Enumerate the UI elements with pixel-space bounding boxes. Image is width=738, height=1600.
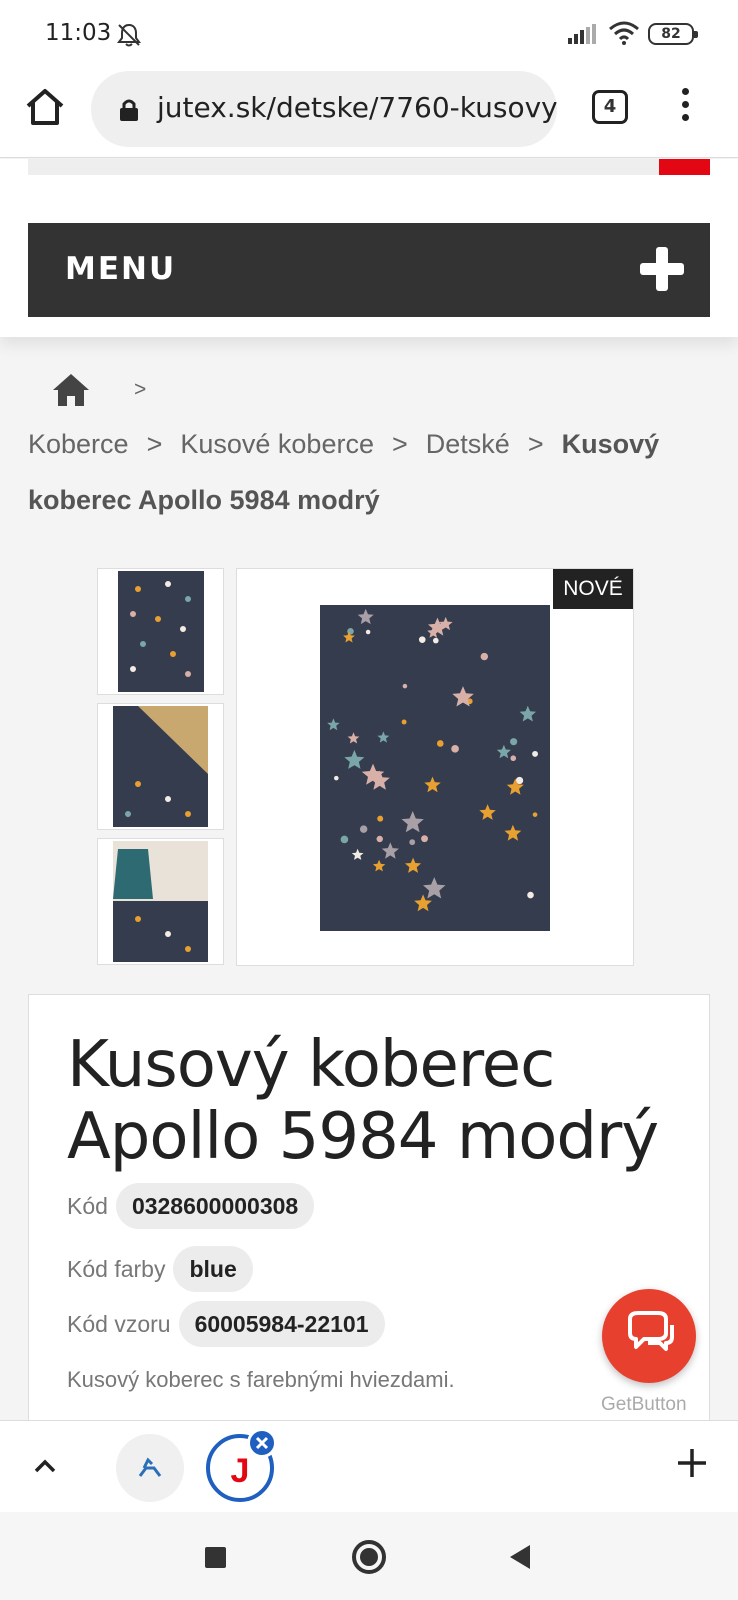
status-time: 11:03 xyxy=(45,20,112,46)
breadcrumb-separator: > xyxy=(134,378,147,401)
bell-off-icon xyxy=(116,22,142,53)
product-main-image[interactable]: NOVÉ xyxy=(236,568,634,966)
close-icon[interactable] xyxy=(247,1428,277,1458)
home-circle-icon[interactable] xyxy=(352,1540,386,1574)
product-code-value: 0328600000308 xyxy=(115,1183,315,1229)
status-bar: 11:03 82 xyxy=(0,0,738,66)
color-code-label: Kód farby xyxy=(67,1255,166,1282)
header-strip-accent xyxy=(659,159,710,175)
active-tab-letter: J xyxy=(231,1452,250,1490)
breadcrumb-detske[interactable]: Detské xyxy=(426,429,510,459)
product-description: Kusový koberec s farebnými hviezdami. xyxy=(67,1367,455,1392)
rug-dot xyxy=(527,891,534,899)
url-text: jutex.sk/detske/7760-kusovy xyxy=(157,91,557,124)
home-icon[interactable] xyxy=(24,86,66,128)
rug-dot xyxy=(510,755,517,762)
rug-dot xyxy=(480,652,489,661)
recents-icon[interactable] xyxy=(205,1547,226,1568)
rug-dot xyxy=(510,738,518,746)
more-options-icon[interactable] xyxy=(678,88,692,128)
menu-toggle[interactable]: MENU xyxy=(28,223,710,317)
signal-icon xyxy=(568,24,598,49)
rug-dot xyxy=(532,812,538,817)
rug-dot xyxy=(340,835,349,844)
rug-dot xyxy=(421,835,428,843)
thumbnail-1[interactable] xyxy=(97,568,224,695)
rug-dot xyxy=(376,835,383,843)
thumbnail-2[interactable] xyxy=(97,703,224,830)
new-badge: NOVÉ xyxy=(553,569,633,609)
breadcrumb: Koberce > Kusové koberce > Detské > Kusový kob… xyxy=(28,416,718,528)
breadcrumb-kusove-koberce[interactable]: Kusové koberce xyxy=(180,429,374,459)
getbutton-label: GetButton xyxy=(601,1394,687,1415)
browser-toolbar: jutex.sk/detske/7760-kusovy 4 xyxy=(0,66,738,158)
wifi-icon xyxy=(608,21,640,50)
rug-dot xyxy=(418,636,426,643)
rug-dot xyxy=(334,775,339,781)
rug-dot xyxy=(532,750,539,757)
product-code-row: Kód 0328600000308 xyxy=(67,1183,315,1229)
chevron-up-icon[interactable] xyxy=(30,1451,60,1486)
chat-button[interactable] xyxy=(602,1289,696,1383)
pattern-code-label: Kód vzoru xyxy=(67,1310,171,1337)
color-code-value: blue xyxy=(173,1246,253,1292)
back-icon[interactable] xyxy=(508,1543,532,1576)
pattern-code-row: Kód vzoru 60005984-22101 xyxy=(67,1301,385,1347)
rug-dot xyxy=(409,839,416,846)
plus-icon xyxy=(640,247,684,291)
battery-icon: 82 xyxy=(648,23,698,45)
site-header: MENU xyxy=(0,159,738,337)
chat-icon xyxy=(628,1311,674,1351)
system-navigation xyxy=(0,1512,738,1600)
bottom-toolbar: J xyxy=(0,1420,738,1512)
breadcrumb-home-icon[interactable] xyxy=(51,372,91,413)
thumbnail-3[interactable] xyxy=(97,838,224,965)
rug-image xyxy=(320,605,550,931)
breadcrumb-separator: > xyxy=(391,429,408,459)
breadcrumb-koberce[interactable]: Koberce xyxy=(28,429,129,459)
new-tab-plus-icon[interactable] xyxy=(676,1447,708,1484)
breadcrumb-separator: > xyxy=(146,429,163,459)
color-code-row: Kód farby blue xyxy=(67,1246,253,1292)
lock-icon xyxy=(119,98,139,127)
tab-favicon-1[interactable] xyxy=(116,1434,184,1502)
rug-dot xyxy=(436,740,444,747)
rug-dot xyxy=(365,629,371,635)
rug-dot xyxy=(377,815,384,822)
tab-switcher-button[interactable]: 4 xyxy=(592,90,628,124)
menu-label: MENU xyxy=(65,251,177,287)
rug-dot xyxy=(432,637,439,644)
rug-dot xyxy=(451,745,459,753)
rug-dot xyxy=(401,719,407,725)
product-code-label: Kód xyxy=(67,1192,108,1219)
header-strip xyxy=(28,159,710,175)
product-title: Kusový koberec Apollo 5984 modrý xyxy=(67,1028,659,1174)
breadcrumb-separator: > xyxy=(527,429,544,459)
rug-dot xyxy=(359,825,368,833)
address-bar[interactable]: jutex.sk/detske/7760-kusovy xyxy=(91,71,557,147)
rug-dot xyxy=(402,683,408,689)
pattern-code-value: 60005984-22101 xyxy=(178,1301,385,1347)
